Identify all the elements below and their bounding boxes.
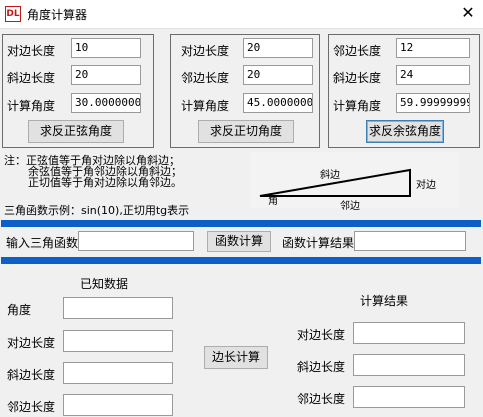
arcsin-opp-input[interactable]: 10 — [71, 38, 141, 58]
result-opp-label: 对边长度 — [297, 328, 346, 342]
result-adj-output[interactable] — [353, 386, 465, 408]
arctan-button[interactable]: 求反正切角度 — [198, 120, 294, 143]
separator-bar-top — [1, 220, 481, 227]
arccos-button[interactable]: 求反余弦角度 — [366, 120, 444, 143]
arccos-hyp-input[interactable]: 24 — [396, 65, 470, 85]
app-icon: DL — [5, 6, 21, 22]
diagram-adj-label: 邻边 — [340, 201, 360, 212]
separator-bar-bottom — [1, 257, 481, 264]
func-input-label: 输入三角函数 — [6, 236, 79, 250]
func-result-label: 函数计算结果 — [282, 236, 355, 250]
arcsin-hyp-label: 斜边长度 — [7, 71, 56, 85]
known-angle-label: 角度 — [7, 303, 32, 317]
known-opp-label: 对边长度 — [7, 336, 56, 350]
arccos-angle-label: 计算角度 — [333, 99, 382, 113]
arctan-adj-input[interactable]: 20 — [243, 65, 313, 85]
diagram-angle-label: 角 — [268, 196, 278, 207]
note-tangent: 正切值等于角对边除以角邻边。 — [28, 176, 182, 189]
known-opp-input[interactable] — [63, 330, 173, 352]
arcsin-angle-output[interactable]: 30.00000000 — [71, 93, 141, 113]
result-hyp-label: 斜边长度 — [297, 360, 346, 374]
arcsin-opp-label: 对边长度 — [7, 44, 56, 58]
func-input[interactable] — [78, 231, 194, 251]
arccos-adj-label: 邻边长度 — [333, 44, 382, 58]
results-title: 计算结果 — [360, 294, 409, 308]
arccos-hyp-label: 斜边长度 — [333, 71, 382, 85]
known-adj-input[interactable] — [63, 394, 173, 416]
window-title: 角度计算器 — [27, 8, 88, 22]
result-opp-output[interactable] — [353, 322, 465, 344]
func-result-output[interactable] — [354, 231, 466, 251]
func-calc-button[interactable]: 函数计算 — [207, 231, 271, 252]
arctan-opp-label: 对边长度 — [181, 44, 230, 58]
arccos-adj-input[interactable]: 12 — [396, 38, 470, 58]
close-icon[interactable]: ✕ — [456, 2, 480, 24]
arctan-angle-label: 计算角度 — [181, 99, 230, 113]
result-hyp-output[interactable] — [353, 354, 465, 376]
side-calc-button[interactable]: 边长计算 — [204, 346, 268, 369]
diagram-hyp-label: 斜边 — [320, 170, 340, 181]
result-adj-label: 邻边长度 — [297, 392, 346, 406]
known-data-title: 已知数据 — [80, 277, 129, 291]
known-adj-label: 邻边长度 — [7, 400, 56, 414]
arctan-angle-output[interactable]: 45.00000000 — [243, 93, 313, 113]
known-hyp-label: 斜边长度 — [7, 368, 56, 382]
diagram-opp-label: 对边 — [416, 180, 436, 191]
arctan-opp-input[interactable]: 20 — [243, 38, 313, 58]
arcsin-button[interactable]: 求反正弦角度 — [28, 120, 124, 143]
arctan-adj-label: 邻边长度 — [181, 71, 230, 85]
known-hyp-input[interactable] — [63, 362, 173, 384]
known-angle-input[interactable] — [63, 297, 173, 319]
example-text: 三角函数示例：sin(10),正切用tg表示 — [4, 204, 190, 217]
arcsin-hyp-input[interactable]: 20 — [71, 65, 141, 85]
triangle-diagram: 斜边 对边 邻边 角 — [250, 152, 458, 212]
arccos-angle-output[interactable]: 59.99999999 — [396, 93, 470, 113]
arcsin-angle-label: 计算角度 — [7, 99, 56, 113]
